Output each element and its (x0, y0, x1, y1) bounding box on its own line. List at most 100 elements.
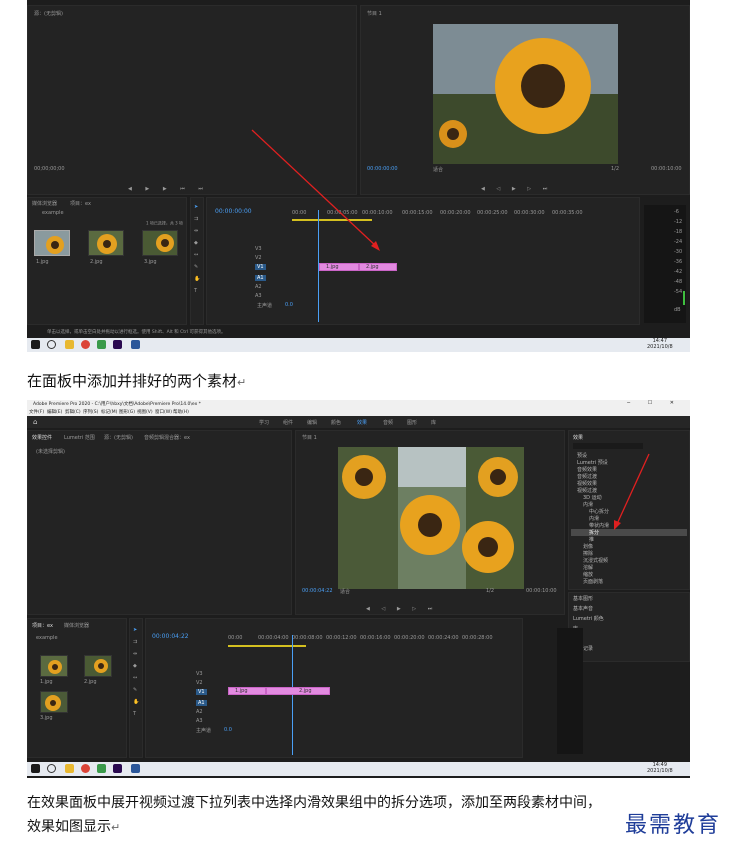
workspace-tab-active[interactable]: 效果 (357, 419, 367, 426)
menu-item[interactable]: 序列(S) (83, 409, 98, 415)
word-icon[interactable] (131, 764, 140, 773)
track-label-v1[interactable]: V1 (255, 264, 266, 270)
file-explorer-icon[interactable] (65, 340, 74, 349)
timeline-clip-1[interactable]: 1.jpg (228, 687, 266, 695)
playhead[interactable] (292, 635, 293, 755)
effects-tree-item[interactable]: 带状内滑 (589, 522, 609, 529)
source-transport-controls[interactable]: ◀ ▶ ▶ ⏮ ⏭ (128, 186, 209, 192)
effects-tree-item[interactable]: 3D 运动 (583, 494, 602, 501)
program-transport-controls[interactable]: ◀ ◁ ▶ ▷ ⏭ (366, 606, 437, 612)
left-tab[interactable]: 音频剪辑混合器：ex (144, 434, 190, 441)
track-label-a1[interactable]: A1 (196, 700, 207, 706)
window-controls[interactable]: ─ ☐ ✕ (627, 400, 682, 406)
track-label-a1[interactable]: A1 (255, 275, 266, 281)
project-tab-project[interactable]: 项目：ex (70, 200, 91, 207)
effects-tree-item[interactable]: 擦除 (583, 550, 593, 557)
windows-start-icon[interactable] (31, 340, 40, 349)
hand-tool-icon[interactable]: ✋ (194, 276, 200, 282)
menu-item[interactable]: 文件(F) (29, 409, 44, 415)
effects-tree-item[interactable]: 划像 (583, 543, 593, 550)
razor-tool-icon[interactable]: ◆ (133, 663, 137, 669)
program-fraction[interactable]: 1/2 (486, 588, 494, 594)
clip-thumb-2[interactable] (84, 655, 112, 677)
home-icon[interactable]: ⌂ (33, 418, 37, 426)
tray-clock[interactable]: 14:49 2021/10/8 (647, 762, 673, 774)
clip-thumb-3[interactable] (142, 230, 178, 256)
effects-tree-item[interactable]: 视频过渡 (577, 487, 597, 494)
effects-tree-item[interactable]: 推 (589, 536, 594, 543)
effects-tree-item[interactable]: 沉浸式视频 (583, 557, 608, 564)
side-panel-item[interactable]: 基本声音 (573, 605, 593, 612)
slip-tool-icon[interactable]: ↔ (194, 252, 198, 258)
timeline-ruler[interactable]: 00:00 00:00:04:00 00:00:08:00 00:00:12:0… (228, 635, 520, 647)
pen-tool-icon[interactable]: ✎ (133, 687, 137, 693)
type-tool-icon[interactable]: T (194, 288, 197, 294)
effects-tree-item[interactable]: Lumetri 预设 (577, 459, 608, 466)
windows-start-icon[interactable] (31, 764, 40, 773)
program-fraction[interactable]: 1/2 (611, 166, 619, 172)
master-value[interactable]: 0.0 (224, 727, 232, 733)
work-area-bar[interactable] (228, 645, 306, 647)
clip-thumb-2[interactable] (88, 230, 124, 256)
file-explorer-icon[interactable] (65, 764, 74, 773)
menu-item[interactable]: 图形(G) (119, 409, 135, 415)
effects-tree-item[interactable]: 音频效果 (577, 466, 597, 473)
word-icon[interactable] (131, 340, 140, 349)
track-label-v1[interactable]: V1 (196, 689, 207, 695)
workspace-tab[interactable]: 库 (431, 419, 436, 426)
left-tab[interactable]: Lumetri 范围 (64, 434, 95, 441)
track-select-icon[interactable]: ⇉ (194, 216, 198, 222)
track-select-icon[interactable]: ⇉ (133, 639, 137, 645)
side-panel-item[interactable]: Lumetri 颜色 (573, 615, 604, 622)
razor-tool-icon[interactable]: ◆ (194, 240, 198, 246)
side-panel-item[interactable]: 基本图形 (573, 595, 593, 602)
pen-tool-icon[interactable]: ✎ (194, 264, 198, 270)
timeline-clip-2[interactable]: 2.jpg (359, 263, 397, 271)
menu-item[interactable]: 编辑(E) (47, 409, 62, 415)
clip-thumb-1[interactable] (40, 655, 68, 677)
search-icon[interactable] (47, 764, 56, 773)
workspace-tab[interactable]: 学习 (259, 419, 269, 426)
selection-tool-icon[interactable]: ➤ (133, 627, 137, 633)
effects-tree-item[interactable]: 内滑 (589, 515, 599, 522)
effects-tree-item[interactable]: 溶解 (583, 564, 593, 571)
search-icon[interactable] (47, 340, 56, 349)
project-tab[interactable]: 媒体浏览器 (64, 622, 89, 629)
workspace-tab[interactable]: 音频 (383, 419, 393, 426)
project-tab[interactable]: 项目：ex (32, 622, 53, 629)
menu-item[interactable]: 视图(V) (137, 409, 153, 415)
effects-tree-item[interactable]: 视频效果 (577, 480, 597, 487)
ripple-edit-icon[interactable]: ⇹ (194, 228, 198, 234)
effects-tree-item[interactable]: 页面剥落 (583, 578, 603, 585)
master-value[interactable]: 0.0 (285, 302, 293, 308)
workspace-tab[interactable]: 图形 (407, 419, 417, 426)
selection-tool-icon[interactable]: ➤ (194, 204, 198, 210)
clip-thumb-1[interactable] (34, 230, 70, 256)
app-icon[interactable] (97, 764, 106, 773)
menu-item[interactable]: 窗口(W) (155, 409, 172, 415)
project-tab-media[interactable]: 媒体浏览器 (32, 200, 57, 207)
program-fit[interactable]: 适合 (340, 588, 350, 595)
program-transport-controls[interactable]: ◀ ◁ ▶ ▷ ⏭ (481, 186, 552, 192)
timeline-clip-1[interactable]: 1.jpg (319, 263, 359, 271)
menu-item[interactable]: 标记(M) (101, 409, 117, 415)
effects-tree-item[interactable]: 预设 (577, 452, 587, 459)
workspace-tab[interactable]: 编辑 (307, 419, 317, 426)
timeline-clip-2[interactable]: 2.jpg (266, 687, 330, 695)
premiere-icon[interactable] (113, 340, 122, 349)
menu-item[interactable]: 剪辑(C) (65, 409, 81, 415)
premiere-icon[interactable] (113, 764, 122, 773)
chrome-icon[interactable] (81, 340, 90, 349)
program-fit[interactable]: 适合 (433, 166, 443, 173)
app-icon[interactable] (97, 340, 106, 349)
effects-tree-item[interactable]: 缩放 (583, 571, 593, 578)
effects-tree-item[interactable]: 中心拆分 (589, 508, 609, 515)
chrome-icon[interactable] (81, 764, 90, 773)
slip-tool-icon[interactable]: ↔ (133, 675, 137, 681)
clip-thumb-3[interactable] (40, 691, 68, 713)
effects-tree-item[interactable]: 音频过渡 (577, 473, 597, 480)
menu-item[interactable]: 帮助(H) (173, 409, 189, 415)
type-tool-icon[interactable]: T (133, 711, 136, 717)
tray-clock[interactable]: 14:47 2021/10/8 (647, 338, 673, 350)
effects-search-input[interactable] (573, 443, 643, 449)
